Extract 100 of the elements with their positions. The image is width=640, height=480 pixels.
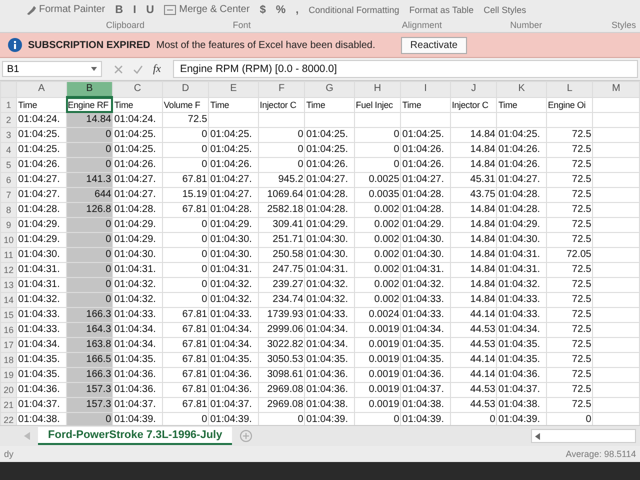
horizontal-scrollbar[interactable] [531, 429, 636, 443]
format-button[interactable]: % [276, 4, 286, 16]
ribbon-button[interactable]: Merge & Center [179, 4, 250, 15]
table-cell: 0 [162, 218, 209, 232]
row-header[interactable]: 16 [0, 322, 17, 338]
table-cell: 0 [162, 248, 209, 262]
column-header[interactable]: K [496, 82, 546, 97]
table-cell: 72.5 [546, 128, 593, 142]
table-cell: 72.5 [546, 308, 593, 322]
column-header[interactable]: M [592, 82, 640, 97]
ribbon-button[interactable]: Format as Table [409, 4, 474, 14]
row-header[interactable]: 8 [0, 202, 17, 218]
table-cell: 14.84 [450, 278, 497, 292]
table-cell: 0 [162, 128, 209, 142]
table-cell: 01:04:30. [496, 232, 546, 248]
group-label: Alignment [402, 20, 443, 30]
column-header[interactable]: J [450, 82, 497, 97]
table-cell: Time [496, 97, 546, 112]
table-cell: 01:04:28. [400, 202, 450, 218]
table-cell: 72.5 [546, 142, 593, 158]
table-cell: 163.8 [66, 338, 113, 352]
table-cell: 72.5 [546, 218, 593, 232]
row-header[interactable]: 22 [0, 412, 17, 425]
row-header[interactable]: 4 [0, 142, 17, 158]
row-header[interactable]: 19 [0, 368, 17, 382]
row-header[interactable]: 21 [0, 398, 17, 412]
table-cell: 01:04:24. [112, 112, 162, 128]
format-button[interactable]: U [146, 4, 154, 16]
row-header[interactable]: 12 [0, 262, 17, 278]
table-cell: 0.002 [354, 218, 401, 232]
column-header[interactable]: G [304, 82, 354, 97]
row-header[interactable]: 13 [0, 278, 17, 292]
table-cell: 72.5 [546, 202, 593, 218]
table-cell: 0.0019 [354, 352, 401, 368]
group-label: Styles [612, 20, 636, 30]
column-header[interactable]: F [258, 82, 305, 97]
table-cell: 01:04:37. [208, 398, 258, 412]
column-header[interactable]: B [66, 82, 113, 97]
format-button[interactable]: , [296, 4, 299, 16]
format-button[interactable]: I [133, 4, 136, 16]
row-header[interactable]: 7 [0, 188, 17, 202]
column-header[interactable]: A [16, 82, 66, 97]
row-header[interactable]: 1 [0, 97, 17, 112]
insert-function-button[interactable]: fx [153, 63, 161, 75]
ribbon-button[interactable]: Conditional Formatting [308, 4, 400, 14]
table-cell: 01:04:25. [16, 128, 66, 142]
formula-field[interactable]: Engine RPM (RPM) [0.0 - 8000.0] [172, 60, 638, 78]
row-header[interactable]: 14 [0, 292, 17, 308]
row-header[interactable]: 11 [0, 248, 17, 262]
table-cell: 01:04:35. [496, 338, 546, 352]
check-icon [133, 64, 143, 74]
table-cell: 01:04:30. [400, 248, 450, 262]
table-cell: 44.53 [450, 398, 497, 412]
format-button[interactable]: $ [260, 4, 266, 16]
column-header[interactable]: L [546, 82, 593, 97]
row-header[interactable]: 9 [0, 218, 17, 232]
row-header[interactable]: 10 [0, 232, 17, 248]
table-cell: 2969.08 [258, 398, 305, 412]
row-header[interactable]: 20 [0, 382, 17, 398]
table-cell: 01:04:34. [208, 322, 258, 338]
table-cell: 72.5 [546, 292, 593, 308]
table-cell: 45.31 [450, 172, 497, 188]
column-header[interactable]: C [112, 82, 162, 97]
table-cell: 0 [258, 158, 305, 172]
table-cell: 01:04:27. [304, 172, 354, 188]
column-header[interactable]: H [354, 82, 401, 97]
name-box[interactable]: B1 [2, 61, 102, 77]
format-button[interactable]: B [115, 4, 124, 16]
table-cell: Engine Oi [546, 97, 593, 112]
ribbon-button[interactable]: Format Painter [39, 4, 106, 15]
select-all-corner[interactable] [0, 82, 17, 97]
row-header[interactable]: 17 [0, 338, 17, 352]
table-cell: 01:04:26. [16, 158, 66, 172]
table-cell: 67.81 [162, 338, 209, 352]
row-header[interactable]: 3 [0, 128, 17, 142]
table-cell: 166.5 [66, 352, 113, 368]
table-cell: 01:04:25. [112, 142, 162, 158]
table-cell: 01:04:36. [304, 368, 354, 382]
table-cell: 01:04:30. [304, 232, 354, 248]
row-header[interactable]: 15 [0, 308, 17, 322]
ribbon-button[interactable]: Cell Styles [484, 4, 526, 14]
cell-reference: B1 [7, 64, 20, 74]
row-header[interactable]: 2 [0, 112, 17, 128]
table-cell: 01:04:29. [112, 232, 162, 248]
row-header[interactable]: 5 [0, 158, 17, 172]
table-cell: 126.8 [66, 202, 113, 218]
row-header[interactable]: 18 [0, 352, 17, 368]
row-header[interactable]: 6 [0, 172, 17, 188]
table-cell: 72.5 [546, 322, 593, 338]
table-cell: 01:04:29. [16, 232, 66, 248]
column-header[interactable]: D [162, 82, 209, 97]
table-cell: 01:04:28. [496, 202, 546, 218]
column-header[interactable]: E [208, 82, 258, 97]
table-cell: 01:04:32. [496, 278, 546, 292]
reactivate-button[interactable]: Reactivate [401, 36, 467, 54]
column-header[interactable]: I [400, 82, 450, 97]
sheet-tab[interactable]: Ford-PowerStroke 7.3L-1996-July [38, 427, 232, 445]
table-cell: 01:04:28. [16, 202, 66, 218]
table-cell: 0 [354, 158, 401, 172]
table-cell: 01:04:26. [400, 158, 450, 172]
